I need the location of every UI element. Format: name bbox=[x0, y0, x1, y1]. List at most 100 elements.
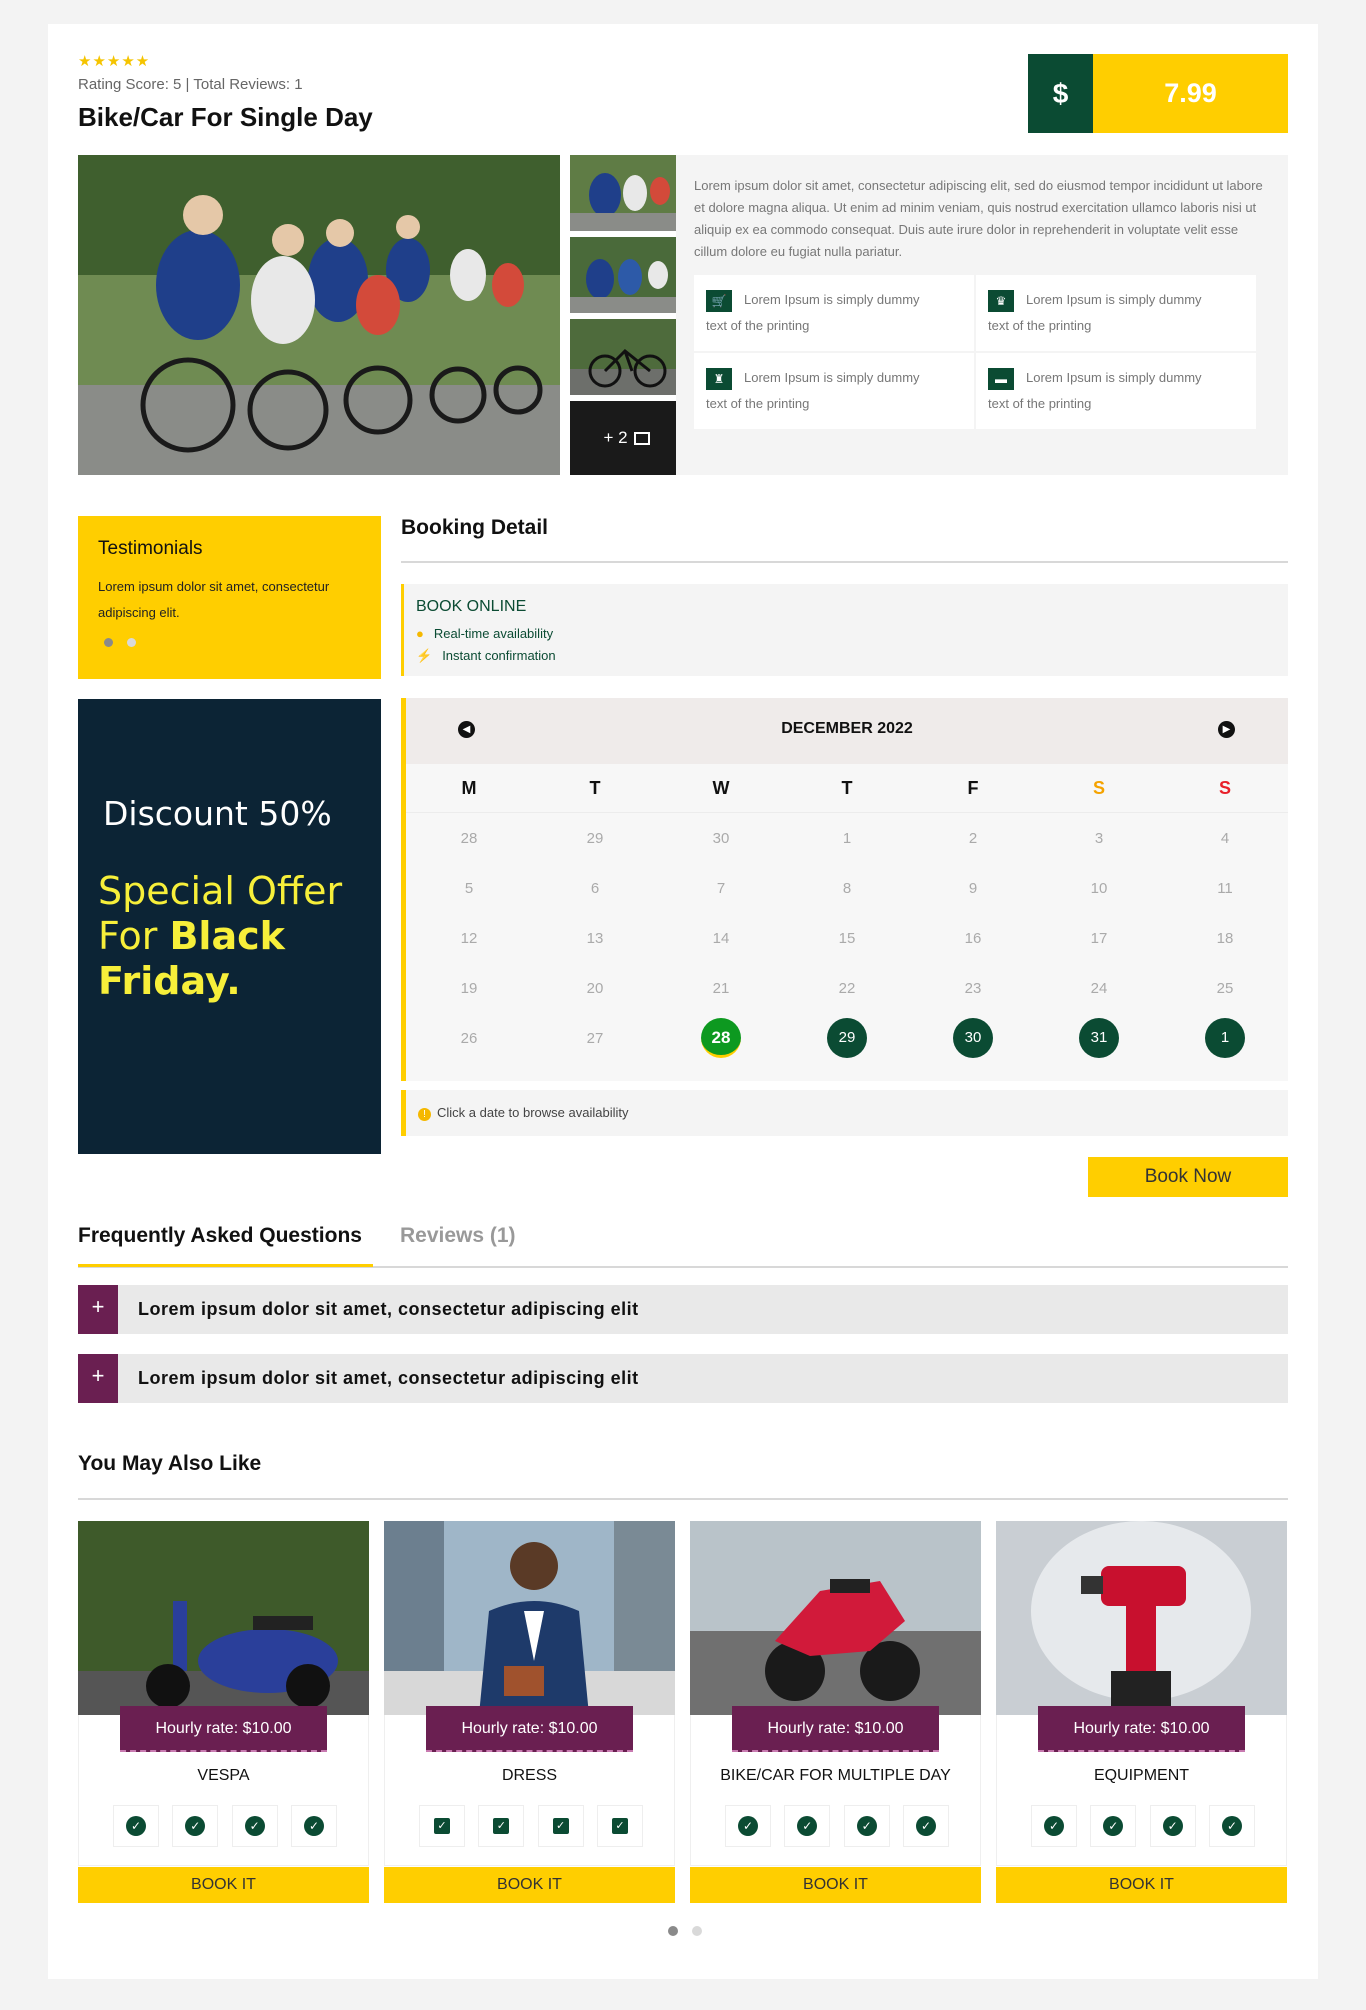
gallery-more-button[interactable]: + 2 bbox=[570, 401, 683, 475]
next-month-icon[interactable]: ▶ bbox=[1218, 721, 1235, 738]
check-icon: ✓ bbox=[126, 1816, 146, 1836]
promo-banner[interactable]: Discount 50% Special Offer For Black Fri… bbox=[78, 699, 381, 1154]
calendar-day-today[interactable]: 28 bbox=[658, 1018, 784, 1058]
calendar-day: 16 bbox=[964, 929, 982, 947]
booking-calendar: ◀ DECEMBER 2022 ▶ M T W T F S S 28 29 30… bbox=[401, 698, 1288, 1081]
calendar-day: 23 bbox=[964, 979, 982, 997]
gallery-thumb-3[interactable] bbox=[570, 319, 683, 395]
calendar-week: 28 29 30 1 2 3 4 bbox=[406, 813, 1288, 863]
calendar-day-available[interactable]: 1 bbox=[1162, 1018, 1288, 1058]
book-it-button[interactable]: BOOK IT bbox=[690, 1867, 981, 1903]
card-image[interactable] bbox=[690, 1521, 981, 1715]
calendar-day: 27 bbox=[586, 1029, 604, 1047]
related-card[interactable]: Hourly rate: $10.00 VESPA ✓ ✓ ✓ ✓ BOOK I… bbox=[78, 1521, 369, 1905]
feature-checks: ✓ ✓ ✓ ✓ bbox=[725, 1805, 949, 1847]
calendar-day: 11 bbox=[1217, 879, 1233, 897]
check-item: ✓ bbox=[596, 1805, 643, 1847]
calendar-day-available[interactable]: 31 bbox=[1036, 1018, 1162, 1058]
promo-offer: Special Offer For Black Friday. bbox=[98, 869, 342, 1004]
checkbox-icon: ✓ bbox=[552, 1818, 569, 1834]
calendar-day: 5 bbox=[464, 879, 474, 897]
calendar-day: 26 bbox=[460, 1029, 478, 1047]
plus-icon[interactable]: + bbox=[78, 1354, 118, 1403]
feature-line: Lorem Ipsum is simply dummy bbox=[1026, 292, 1202, 307]
check-item: ✓ bbox=[843, 1805, 890, 1847]
book-it-button[interactable]: BOOK IT bbox=[384, 1867, 675, 1903]
testimonial-pager bbox=[104, 638, 136, 647]
hourly-rate-badge: Hourly rate: $10.00 bbox=[120, 1706, 327, 1752]
drill-photo bbox=[996, 1521, 1287, 1715]
product-info-panel: Lorem ipsum dolor sit amet, consectetur … bbox=[676, 155, 1288, 475]
related-card[interactable]: Hourly rate: $10.00 EQUIPMENT ✓ ✓ ✓ ✓ BO… bbox=[996, 1521, 1287, 1905]
calendar-day: 6 bbox=[590, 879, 600, 897]
book-now-button[interactable]: Book Now bbox=[1088, 1157, 1288, 1197]
calendar-grid: M T W T F S S 28 29 30 1 2 3 4 5 6 7 8 9… bbox=[406, 764, 1288, 1063]
bicycle-thumb bbox=[570, 319, 683, 395]
calendar-day: 21 bbox=[712, 979, 730, 997]
card-title[interactable]: EQUIPMENT bbox=[996, 1767, 1287, 1785]
check-item: ✓ bbox=[1149, 1805, 1196, 1847]
card-title[interactable]: VESPA bbox=[78, 1767, 369, 1785]
card-image[interactable] bbox=[78, 1521, 369, 1715]
calendar-day-available[interactable]: 30 bbox=[910, 1018, 1036, 1058]
book-online-heading: BOOK ONLINE bbox=[416, 598, 527, 615]
calendar-day-available[interactable]: 29 bbox=[784, 1018, 910, 1058]
related-card[interactable]: Hourly rate: $10.00 BIKE/CAR FOR MULTIPL… bbox=[690, 1521, 981, 1905]
pager-dot[interactable] bbox=[692, 1926, 702, 1936]
price-badge: $ 7.99 bbox=[1028, 54, 1288, 133]
gallery-thumb-1[interactable] bbox=[570, 155, 683, 231]
main-product-image[interactable] bbox=[78, 155, 560, 475]
check-item: ✓ bbox=[172, 1805, 219, 1847]
instant-label: Instant confirmation bbox=[442, 648, 556, 663]
tab-faq[interactable]: Frequently Asked Questions bbox=[78, 1224, 362, 1248]
feature-item: ♜ Lorem Ipsum is simply dummy text of the… bbox=[694, 353, 974, 429]
check-item: ✓ bbox=[113, 1805, 159, 1847]
check-icon: ✓ bbox=[1221, 1816, 1242, 1836]
check-item: ✓ bbox=[1090, 1805, 1137, 1847]
tab-bar: Frequently Asked Questions Reviews (1) bbox=[78, 1216, 1288, 1268]
book-it-button[interactable]: BOOK IT bbox=[78, 1867, 369, 1903]
card-image[interactable] bbox=[384, 1521, 675, 1715]
divider bbox=[78, 1498, 1288, 1500]
check-item: ✓ bbox=[290, 1805, 337, 1847]
feature-grid: 🛒 Lorem Ipsum is simply dummy text of the… bbox=[694, 275, 1256, 429]
check-icon: ✓ bbox=[303, 1816, 324, 1836]
rating-summary: Rating Score: 5 | Total Reviews: 1 bbox=[78, 76, 303, 93]
check-item: ✓ bbox=[419, 1805, 465, 1847]
cyclists-thumb bbox=[570, 237, 683, 313]
calendar-month: DECEMBER 2022 bbox=[781, 720, 913, 737]
plus-icon[interactable]: + bbox=[78, 1285, 118, 1334]
related-pager bbox=[668, 1926, 702, 1936]
pager-dot[interactable] bbox=[127, 638, 136, 647]
promo-line-2-prefix: For bbox=[98, 914, 170, 958]
check-icon: ✓ bbox=[738, 1816, 758, 1836]
faq-question: Lorem ipsum dolor sit amet, consectetur … bbox=[138, 1368, 639, 1388]
gallery-thumb-2[interactable] bbox=[570, 237, 683, 313]
card-title[interactable]: DRESS bbox=[384, 1767, 675, 1785]
related-card[interactable]: Hourly rate: $10.00 DRESS ✓ ✓ ✓ ✓ BOOK I… bbox=[384, 1521, 675, 1905]
book-it-button[interactable]: BOOK IT bbox=[996, 1867, 1287, 1903]
card-image[interactable] bbox=[996, 1521, 1287, 1715]
motorbike-photo bbox=[690, 1521, 981, 1715]
calendar-week: 19 20 21 22 23 24 25 bbox=[406, 963, 1288, 1013]
calendar-hint: ! Click a date to browse availability bbox=[401, 1090, 1288, 1136]
vespa-photo bbox=[78, 1521, 369, 1715]
check-item: ✓ bbox=[725, 1805, 771, 1847]
faq-item[interactable]: + Lorem ipsum dolor sit amet, consectetu… bbox=[78, 1285, 1288, 1334]
feature-line: text of the printing bbox=[988, 396, 1092, 411]
faq-question: Lorem ipsum dolor sit amet, consectetur … bbox=[138, 1299, 639, 1319]
check-icon: ✓ bbox=[856, 1816, 877, 1836]
calendar-day: 8 bbox=[842, 879, 852, 897]
tab-reviews[interactable]: Reviews (1) bbox=[400, 1224, 516, 1248]
faq-item[interactable]: + Lorem ipsum dolor sit amet, consectetu… bbox=[78, 1354, 1288, 1403]
tower-icon: ♜ bbox=[706, 367, 732, 390]
booking-title: Booking Detail bbox=[401, 516, 549, 539]
calendar-day: 2 bbox=[968, 829, 978, 847]
check-item: ✓ bbox=[478, 1805, 525, 1847]
pager-dot-active[interactable] bbox=[668, 1926, 678, 1936]
check-icon: ✓ bbox=[1103, 1816, 1124, 1836]
info-icon: ! bbox=[418, 1108, 431, 1121]
checkbox-icon: ✓ bbox=[611, 1818, 628, 1834]
pager-dot-active[interactable] bbox=[104, 638, 113, 647]
card-title[interactable]: BIKE/CAR FOR MULTIPLE DAY bbox=[690, 1767, 981, 1785]
